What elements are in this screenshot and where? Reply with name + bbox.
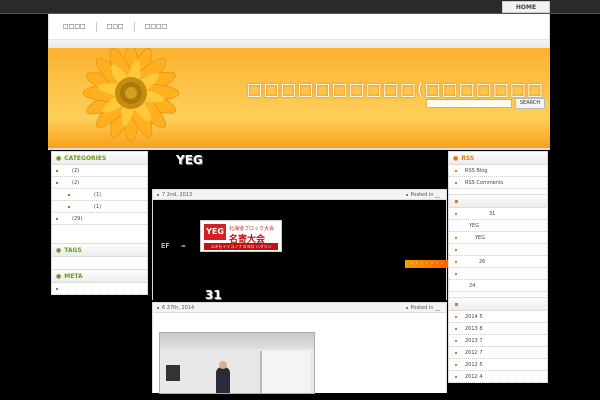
category-item[interactable]: (1)	[52, 189, 147, 201]
archive-item[interactable]: 2013 8	[449, 323, 547, 335]
event-banner-image: YEG 北海道ブロック大会 名寄大会 ユキもイイコノナヨヨロ ハマリン	[200, 220, 282, 252]
main-nav: □□□□ □□□ □□□□	[48, 14, 550, 48]
post-meta: 7 2nd, 2013 Posted in __	[152, 189, 447, 200]
post-body: EF = YEG 北海道ブロック大会 名寄大会 ユキもイイコノナヨヨロ ハマリン…	[152, 200, 449, 302]
meta-widget-title: ● META	[51, 269, 148, 283]
meta-list	[51, 283, 148, 295]
category-item[interactable]: (2)	[52, 177, 147, 189]
left-sidebar: ● CATEGORIES (2) (2) (1) (1) (29) ● TAGS ●…	[51, 151, 148, 295]
site-header: □□□□□□□□□□(□□□□□□□	[48, 48, 550, 148]
recent-posts-widget-title	[448, 194, 548, 208]
post-text: EF	[161, 242, 170, 250]
rss-comments-link[interactable]: RSS Comments	[449, 177, 547, 189]
categories-list: (2) (2) (1) (1) (29)	[51, 165, 148, 225]
post-meta: 6 27th, 2014 Posted in __	[152, 302, 447, 313]
post-text: =	[181, 243, 187, 250]
post-ending-text: ・・・・・・・	[405, 260, 449, 268]
category-item[interactable]: (2)	[52, 165, 147, 177]
search-button[interactable]: SEARCH	[515, 98, 545, 109]
archive-item[interactable]: 2014 5	[449, 311, 547, 323]
post-date: 7 2nd, 2013	[162, 192, 193, 198]
post-category-link[interactable]: Posted in __	[411, 192, 440, 198]
post-body	[152, 313, 447, 394]
recent-post-item[interactable]: 26	[449, 256, 547, 268]
post-date: 6 27th, 2014	[162, 305, 195, 311]
tags-widget-title: ● TAGS	[51, 243, 148, 257]
post-title-area: YEG	[152, 151, 447, 189]
recent-post-item[interactable]	[449, 244, 547, 256]
main-content: YEG 7 2nd, 2013 Posted in __ EF = YEG 北海…	[152, 151, 449, 394]
recent-post-item[interactable]	[449, 268, 547, 280]
site-title[interactable]: □□□□□□□□□□(□□□□□□□	[246, 80, 544, 100]
rss-list: RSS Blog RSS Comments	[448, 165, 548, 189]
search-input[interactable]	[426, 99, 512, 108]
top-bar: HOME	[0, 0, 600, 14]
archive-item[interactable]: 2013 7	[449, 335, 547, 347]
post-category-link[interactable]: Posted in __	[411, 305, 440, 311]
rss-blog-link[interactable]: RSS Blog	[449, 165, 547, 177]
recent-post-item[interactable]: YEG	[449, 220, 547, 232]
category-item[interactable]: (29)	[52, 213, 147, 225]
category-item[interactable]: (1)	[52, 201, 147, 213]
archives-list: 2014 5 2013 8 2013 7 2012 7 2012 5 2012 …	[448, 311, 548, 383]
post-number: 31	[205, 288, 222, 302]
flower-banner-image	[82, 48, 180, 142]
recent-post-item[interactable]: YEG	[449, 232, 547, 244]
nav-item-2[interactable]: □□□	[97, 21, 135, 32]
rss-widget-title: ● RSS	[448, 151, 548, 165]
archive-item[interactable]: 2012 5	[449, 359, 547, 371]
archive-item[interactable]: 2012 7	[449, 347, 547, 359]
office-photo	[159, 332, 315, 394]
archive-item[interactable]: 2012 4	[449, 371, 547, 383]
home-link[interactable]: HOME	[502, 1, 550, 13]
recent-post-item[interactable]: 31	[449, 208, 547, 220]
meta-item[interactable]	[52, 283, 147, 295]
archives-widget-title	[448, 297, 548, 311]
recent-posts-list: 31 YEG YEG 26 24	[448, 208, 548, 292]
categories-widget-title: ● CATEGORIES	[51, 151, 148, 165]
right-sidebar: ● RSS RSS Blog RSS Comments 31 YEG YEG 26…	[448, 151, 548, 383]
post-title[interactable]: YEG	[176, 153, 203, 167]
recent-post-item[interactable]: 24	[449, 280, 547, 292]
nav-item-3[interactable]: □□□□	[135, 22, 178, 32]
nav-item-1[interactable]: □□□□	[53, 21, 97, 32]
page-wrapper: □□□□ □□□ □□□□ □□□□□□□□□□(□□□□□□□ SEARCH …	[48, 14, 550, 400]
